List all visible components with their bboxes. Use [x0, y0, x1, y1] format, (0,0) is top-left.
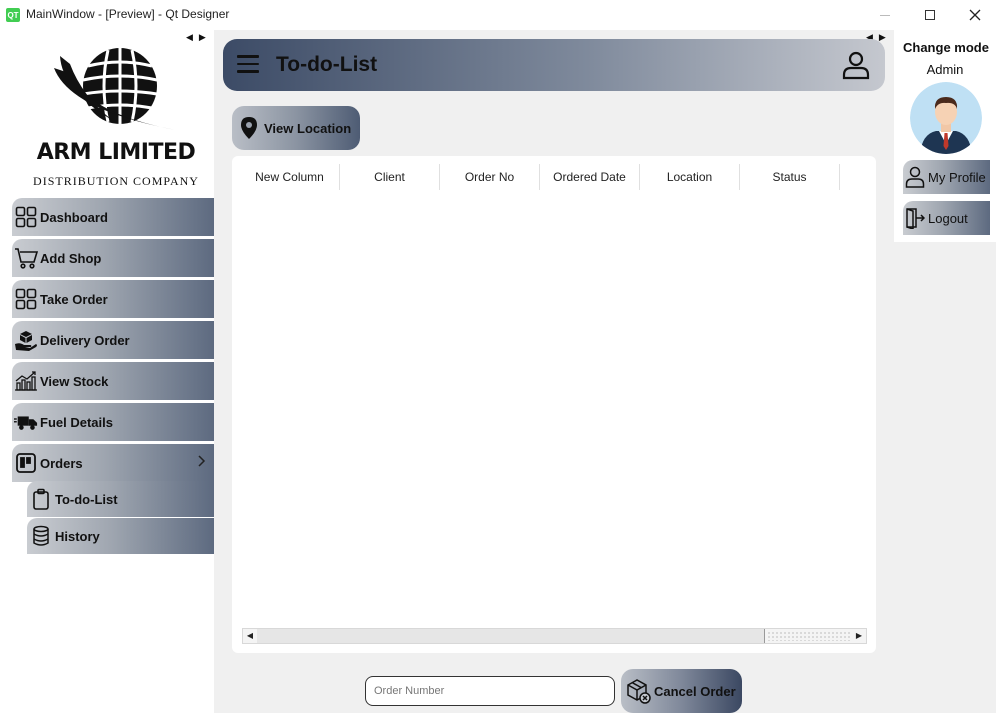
sidebar-item-label: View Stock	[40, 373, 109, 389]
sidebar-item-dashboard[interactable]: Dashboard	[12, 198, 214, 236]
trello-icon	[14, 451, 38, 475]
sidebar-item-label: Dashboard	[40, 209, 108, 225]
sidebar-item-label: To-do-List	[55, 491, 118, 507]
title-bar: QT MainWindow - [Preview] - Qt Designer	[0, 0, 996, 30]
column-header-order-no[interactable]: Order No	[440, 164, 540, 190]
close-button[interactable]	[952, 0, 996, 30]
sidebar-item-add-shop[interactable]: Add Shop	[12, 239, 214, 277]
brand-title: ARM LIMITED	[36, 140, 196, 165]
chevron-right-icon	[198, 455, 206, 467]
company-logo	[54, 48, 176, 130]
sidebar-item-delivery-order[interactable]: Delivery Order	[12, 321, 214, 359]
column-header-client[interactable]: Client	[340, 164, 440, 190]
sidebar: ◀▶ ARM LIMITED DISTRIBUTION COMPANY Dash…	[0, 30, 214, 713]
scroll-right-arrow-icon[interactable]: ▶	[852, 629, 866, 643]
maximize-icon	[925, 10, 935, 20]
column-header-location[interactable]: Location	[640, 164, 740, 190]
hand-box-icon	[14, 328, 38, 352]
grid-icon	[14, 287, 38, 311]
my-profile-label: My Profile	[928, 169, 986, 185]
sidebar-item-label: Fuel Details	[40, 414, 113, 430]
user-icon[interactable]	[841, 50, 871, 80]
scrollbar-thumb[interactable]	[257, 629, 765, 643]
logout-label: Logout	[928, 210, 968, 226]
order-number-input[interactable]	[365, 676, 615, 706]
cart-icon	[14, 246, 38, 270]
horizontal-scrollbar[interactable]: ◀ ▶	[242, 628, 867, 644]
sidebar-item-take-order[interactable]: Take Order	[12, 280, 214, 318]
sidebar-item-view-stock[interactable]: View Stock	[12, 362, 214, 400]
sidebar-item-label: History	[55, 528, 100, 544]
sidebar-item-label: Delivery Order	[40, 332, 130, 348]
sidebar-item-orders[interactable]: Orders	[12, 444, 214, 482]
column-header-ordered-date[interactable]: Ordered Date	[540, 164, 640, 190]
brand-subtitle: DISTRIBUTION COMPANY	[33, 174, 199, 188]
minimize-button[interactable]	[862, 0, 908, 30]
truck-icon	[14, 410, 38, 434]
clipboard-icon	[29, 487, 53, 511]
sidebar-item-label: Add Shop	[40, 250, 102, 266]
column-header-new-column[interactable]: New Column	[240, 164, 340, 190]
scroll-left-arrow-icon[interactable]: ◀	[243, 629, 257, 643]
orders-table[interactable]: New Column Client Order No Ordered Date …	[232, 156, 876, 653]
role-label: Admin	[926, 62, 964, 77]
admin-avatar	[910, 82, 982, 154]
splitter-handle-left[interactable]: ◀▶	[186, 32, 212, 43]
cancel-order-button[interactable]: Cancel Order	[621, 669, 742, 713]
sidebar-item-label: Orders	[40, 455, 83, 471]
header-bar: To-do-List	[223, 39, 885, 91]
change-mode-label[interactable]: Change mode	[903, 40, 989, 55]
logout-icon	[904, 207, 926, 229]
dashboard-grid-icon	[14, 205, 38, 229]
hamburger-menu-icon[interactable]	[237, 55, 259, 75]
close-icon	[969, 9, 981, 21]
window-title: MainWindow - [Preview] - Qt Designer	[26, 7, 230, 21]
location-pin-icon	[241, 117, 257, 139]
person-icon	[904, 166, 926, 188]
column-header-status[interactable]: Status	[740, 164, 840, 190]
qt-app-icon: QT	[6, 8, 20, 22]
maximize-button[interactable]	[907, 0, 953, 30]
cancel-order-label: Cancel Order	[654, 683, 736, 699]
table-header: New Column Client Order No Ordered Date …	[240, 164, 840, 190]
sidebar-item-to-do-list[interactable]: To-do-List	[27, 481, 214, 517]
sidebar-item-fuel-details[interactable]: Fuel Details	[12, 403, 214, 441]
database-icon	[29, 524, 53, 548]
logout-button[interactable]: Logout	[903, 201, 990, 235]
package-cancel-icon	[627, 679, 651, 704]
stock-chart-icon	[14, 369, 38, 393]
main-window: QT MainWindow - [Preview] - Qt Designer …	[0, 0, 996, 713]
page-title: To-do-List	[276, 53, 378, 76]
view-location-label: View Location	[264, 120, 352, 136]
view-location-button[interactable]: View Location	[232, 106, 360, 150]
scrollbar-track	[767, 631, 851, 641]
minimize-icon	[880, 14, 890, 16]
sidebar-item-history[interactable]: History	[27, 518, 214, 554]
sidebar-item-label: Take Order	[40, 291, 108, 307]
my-profile-button[interactable]: My Profile	[903, 160, 990, 194]
